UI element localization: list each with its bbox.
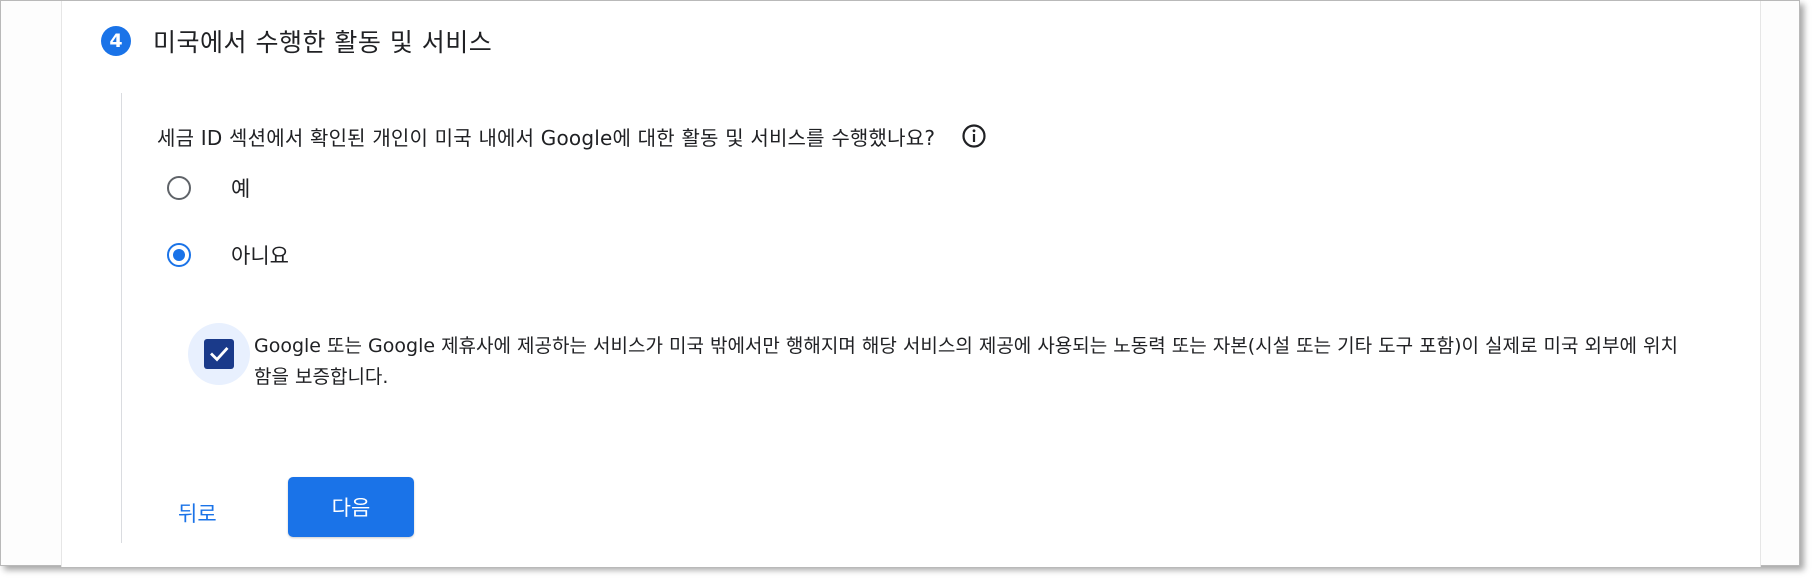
radio-no[interactable] [167,243,191,267]
certification-row: Google 또는 Google 제휴사에 제공하는 서비스가 미국 밖에서만 … [188,323,1688,393]
certification-checkbox[interactable] [204,339,234,369]
radio-yes-label: 예 [231,177,251,201]
info-icon[interactable] [959,121,989,151]
step-body: 세금 ID 섹션에서 확인된 개인이 미국 내에서 Google에 대한 활동 … [121,93,1742,543]
radio-no-label: 아니요 [231,244,289,268]
question-row: 세금 ID 섹션에서 확인된 개인이 미국 내에서 Google에 대한 활동 … [157,121,989,151]
radio-option-yes[interactable]: 예 [167,173,250,203]
radio-yes[interactable] [167,176,191,200]
back-button[interactable]: 뒤로 [162,485,233,541]
certification-text: Google 또는 Google 제휴사에 제공하는 서비스가 미국 밖에서만 … [254,335,1678,388]
window-frame: 4 미국에서 수행한 활동 및 서비스 세금 ID 섹션에서 확인된 개인이 미… [0,0,1800,567]
next-button[interactable]: 다음 [288,477,414,537]
question-text: 세금 ID 섹션에서 확인된 개인이 미국 내에서 Google에 대한 활동 … [157,125,936,150]
step-header: 4 미국에서 수행한 활동 및 서비스 [101,23,492,59]
radio-option-no[interactable]: 아니요 [167,240,289,270]
step-title: 미국에서 수행한 활동 및 서비스 [153,28,493,57]
certification-checkbox-wrapper[interactable] [188,323,250,385]
step-number-badge: 4 [101,26,131,56]
checkmark-icon [210,347,229,362]
